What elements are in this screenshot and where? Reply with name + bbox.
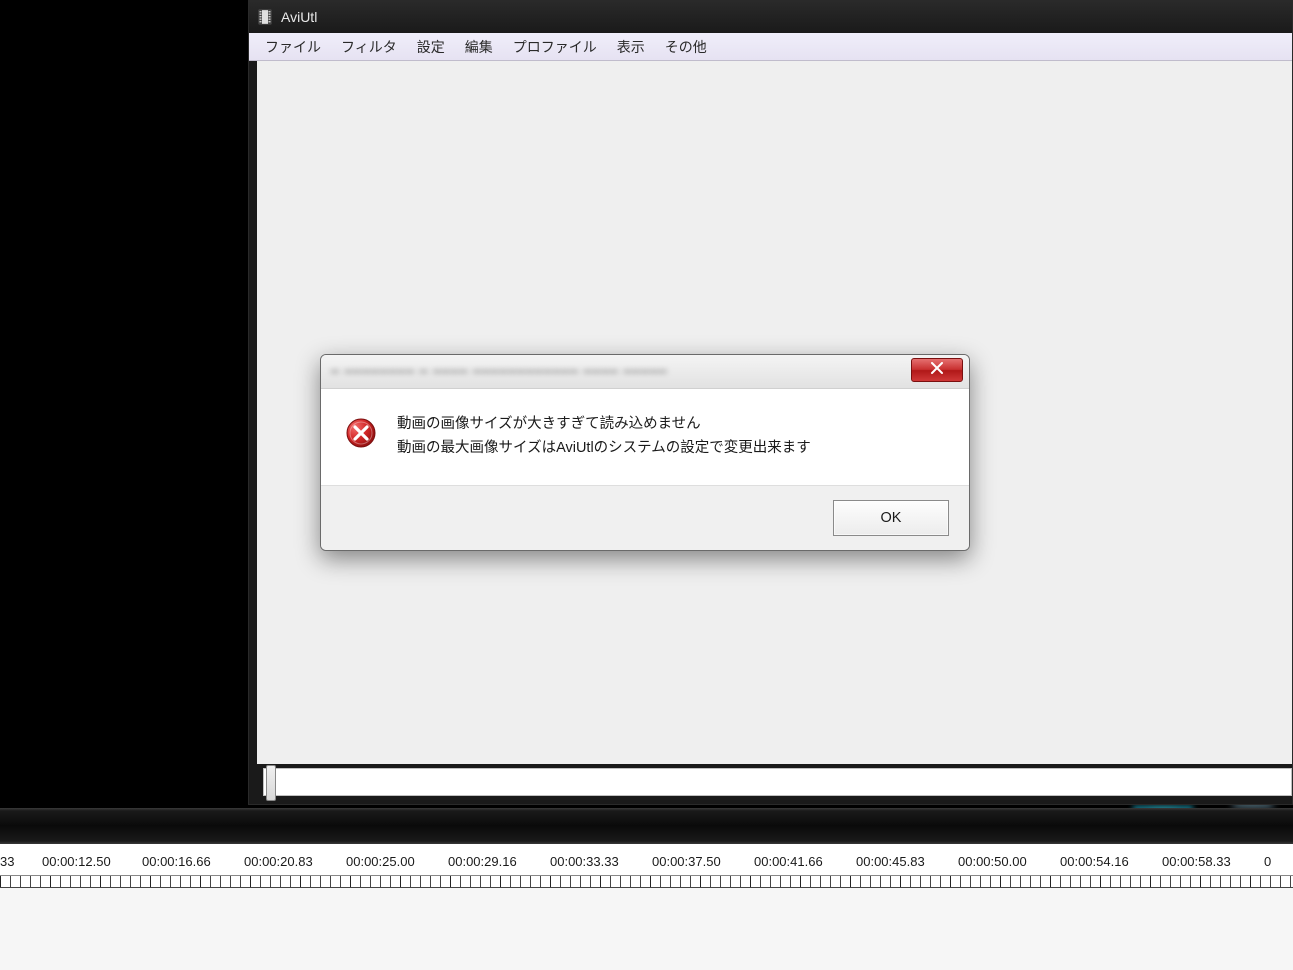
dialog-message-line-1: 動画の画像サイズが大きすぎて読み込めません [397,413,949,437]
menu-profile[interactable]: プロファイル [503,33,607,61]
menubar: ファイル フィルタ 設定 編集 プロファイル 表示 その他 [249,33,1292,61]
dialog-message-line-2: 動画の最大画像サイズはAviUtlのシステムの設定で変更出来ます [397,437,949,461]
timeline-label: 0 [1264,854,1271,869]
taskbar[interactable] [0,808,1293,844]
timeline-label: 00:00:20.83 [244,854,313,869]
timeline-label: 00:00:58.33 [1162,854,1231,869]
seekbar[interactable] [263,768,1292,796]
window-title: AviUtl [281,9,317,25]
menu-file[interactable]: ファイル [255,33,331,61]
titlebar[interactable]: AviUtl [249,1,1292,33]
timeline-label: 00:00:33.33 [550,854,619,869]
close-icon [930,361,944,379]
dialog-footer: OK [321,485,969,550]
dialog-body: 動画の画像サイズが大きすぎて読み込めません 動画の最大画像サイズはAviUtlの… [321,389,969,485]
error-icon [345,417,377,449]
menu-view[interactable]: 表示 [607,33,655,61]
seekbar-thumb[interactable] [266,765,276,801]
error-dialog: ━ ━━━━━━━━ ━ ━━━━ ━━━━━━━━━━━━ ━━━━ ━━━━… [320,354,970,551]
timeline-label: 00:00:37.50 [652,854,721,869]
timeline-label: 00:00:12.50 [42,854,111,869]
menu-edit[interactable]: 編集 [455,33,503,61]
menu-other[interactable]: その他 [655,33,717,61]
timeline-ruler[interactable]: 33 00:00:12.50 00:00:16.66 00:00:20.83 00:00… [0,844,1293,876]
dialog-message: 動画の画像サイズが大きすぎて読み込めません 動画の最大画像サイズはAviUtlの… [397,413,949,461]
timeline-tracks[interactable] [0,888,1293,970]
timeline-panel: 33 00:00:12.50 00:00:16.66 00:00:20.83 00:00… [0,844,1293,970]
close-button[interactable] [911,358,963,382]
ok-button[interactable]: OK [833,500,949,536]
timeline-label: 33 [0,854,14,869]
timeline-label: 00:00:41.66 [754,854,823,869]
film-icon [257,9,273,25]
timeline-label: 00:00:25.00 [346,854,415,869]
dialog-title: ━ ━━━━━━━━ ━ ━━━━ ━━━━━━━━━━━━ ━━━━ ━━━━… [331,364,668,380]
timeline-label: 00:00:29.16 [448,854,517,869]
dialog-titlebar[interactable]: ━ ━━━━━━━━ ━ ━━━━ ━━━━━━━━━━━━ ━━━━ ━━━━… [321,355,969,389]
timeline-label: 00:00:54.16 [1060,854,1129,869]
timeline-label: 00:00:50.00 [958,854,1027,869]
menu-settings[interactable]: 設定 [407,33,455,61]
timeline-label: 00:00:16.66 [142,854,211,869]
timeline-ticks [0,876,1293,888]
menu-filter[interactable]: フィルタ [331,33,407,61]
timeline-label: 00:00:45.83 [856,854,925,869]
